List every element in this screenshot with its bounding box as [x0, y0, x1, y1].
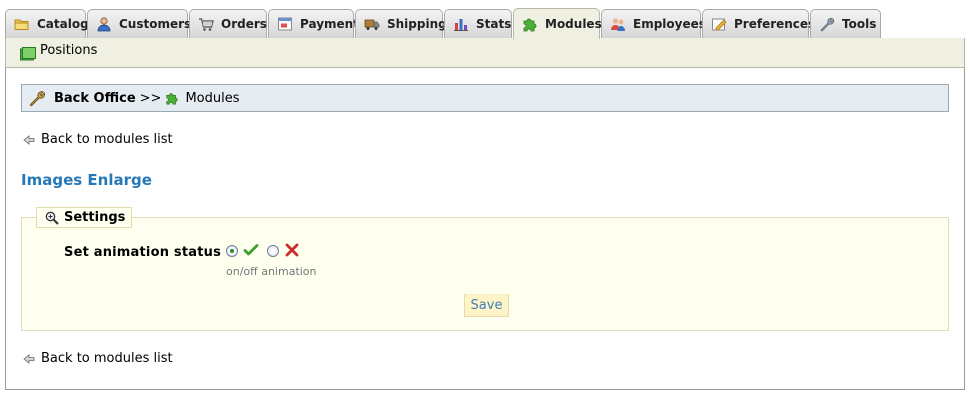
tab-label: Shipping — [387, 17, 447, 31]
breadcrumb-separator: >> — [139, 90, 162, 106]
tab-label: Tools — [842, 17, 877, 31]
tab-stats[interactable]: Stats — [444, 9, 512, 38]
back-arrow-icon — [23, 353, 35, 364]
magnifier-icon — [45, 211, 59, 225]
sub-tab-positions[interactable]: Positions — [40, 43, 97, 58]
tab-orders[interactable]: Orders — [189, 9, 267, 38]
breadcrumb-home-link[interactable]: Back Office — [54, 91, 136, 106]
tab-label: Customers — [119, 17, 192, 31]
puzzle-icon — [522, 16, 538, 32]
animation-on-radio[interactable] — [226, 245, 238, 257]
tab-label: Modules — [545, 17, 602, 31]
tab-label: Catalog — [37, 17, 89, 31]
back-link-label: Back to modules list — [41, 351, 173, 366]
animation-off-radio[interactable] — [267, 245, 279, 257]
settings-legend: Settings — [36, 207, 133, 228]
save-button[interactable]: Save — [464, 294, 509, 317]
cross-icon — [284, 242, 300, 258]
back-link-label: Back to modules list — [41, 132, 173, 147]
animation-hint: on/off animation — [226, 265, 317, 278]
back-to-modules-link-bottom[interactable]: Back to modules list — [23, 351, 173, 366]
wrench-icon — [28, 89, 46, 107]
customers-icon — [96, 16, 112, 32]
content-panel: Back Office >> Modules Back to modules l… — [5, 68, 965, 390]
tab-label: Preferences — [734, 17, 816, 31]
tab-catalog[interactable]: Catalog — [5, 9, 89, 38]
positions-icon — [20, 47, 36, 61]
tab-modules[interactable]: Modules — [513, 8, 602, 39]
tab-label: Orders — [221, 17, 267, 31]
puzzle-icon — [165, 91, 179, 105]
wrench-icon — [819, 16, 835, 32]
cart-icon — [198, 16, 214, 32]
folder-icon — [14, 16, 30, 32]
main-tab-bar: Catalog Customers Orders Payment Shippin… — [0, 0, 975, 39]
tab-employees[interactable]: Employees — [601, 9, 706, 38]
truck-icon — [364, 16, 380, 32]
module-title: Images Enlarge — [21, 171, 152, 189]
back-arrow-icon — [23, 134, 35, 145]
employees-icon — [610, 16, 626, 32]
tab-label: Employees — [633, 17, 706, 31]
breadcrumb: Back Office >> Modules — [21, 84, 949, 112]
payment-icon — [277, 16, 293, 32]
sub-tab-bar: Positions — [5, 38, 965, 68]
tab-payment[interactable]: Payment — [268, 9, 359, 38]
animation-status-label: Set animation status — [64, 245, 222, 260]
preferences-icon — [711, 16, 727, 32]
tab-label: Payment — [300, 17, 359, 31]
back-to-modules-link-top[interactable]: Back to modules list — [23, 132, 173, 147]
tab-preferences[interactable]: Preferences — [702, 9, 815, 38]
tab-shipping[interactable]: Shipping — [355, 9, 447, 38]
breadcrumb-current: Modules — [185, 90, 240, 106]
check-icon — [243, 242, 259, 258]
tab-tools[interactable]: Tools — [810, 9, 881, 38]
settings-fieldset: Settings Set animation status on/off ani… — [21, 207, 949, 331]
tab-label: Stats — [476, 17, 512, 31]
stats-icon — [453, 16, 469, 32]
settings-legend-label: Settings — [64, 210, 126, 225]
tab-customers[interactable]: Customers — [87, 9, 192, 38]
